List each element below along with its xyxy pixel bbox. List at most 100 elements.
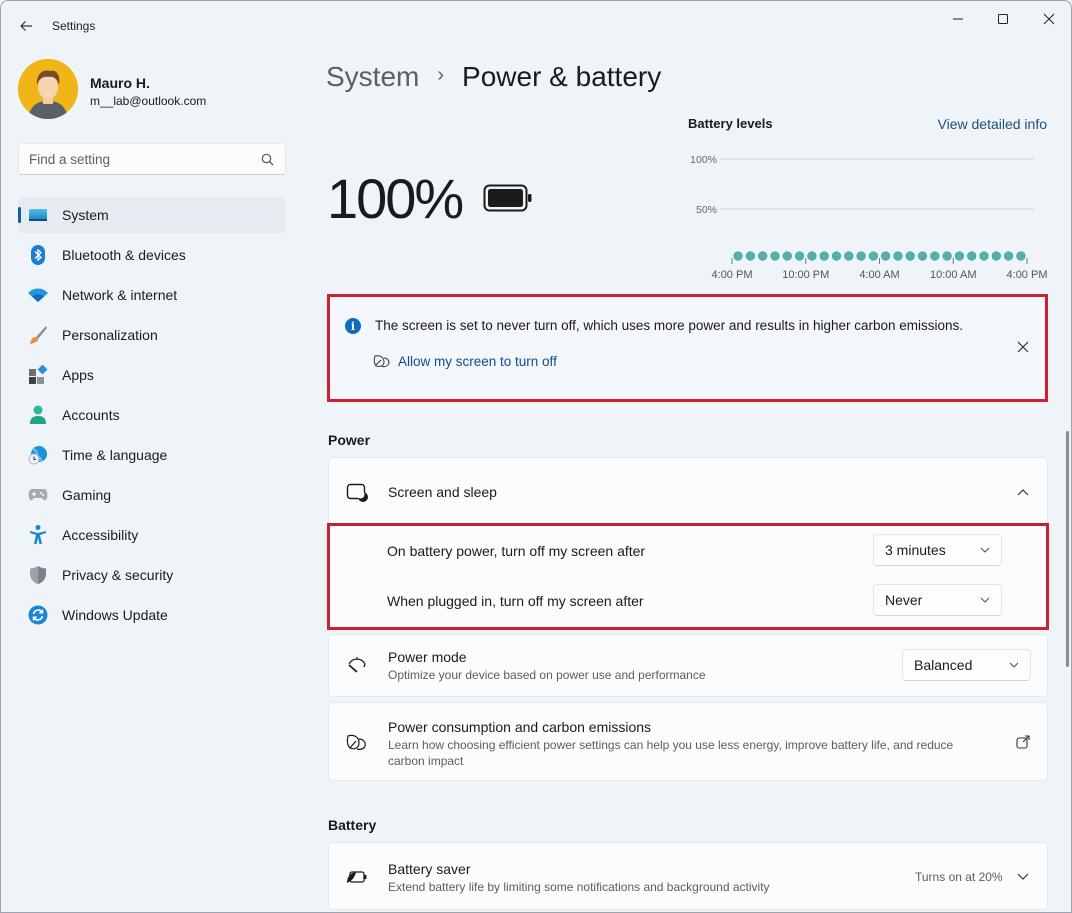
- wifi-icon: [28, 285, 48, 305]
- page-title: Power & battery: [462, 61, 662, 92]
- power-mode-value: Balanced: [914, 657, 973, 673]
- battery-level-point: [819, 251, 829, 261]
- external-link-icon[interactable]: [1015, 734, 1031, 750]
- battery-level-point: [770, 251, 780, 261]
- user-email: m__lab@outlook.com: [90, 94, 207, 108]
- scrollbar[interactable]: [1066, 431, 1069, 667]
- chevron-down-icon[interactable]: [1015, 869, 1031, 885]
- battery-level-point: [868, 251, 878, 261]
- leaf-icon: [373, 354, 390, 369]
- battery-level-point: [905, 251, 915, 261]
- sidebar-item-windows-update[interactable]: Windows Update: [18, 597, 286, 633]
- sidebar-item-accessibility[interactable]: Accessibility: [18, 517, 286, 553]
- gamepad-icon: [28, 485, 48, 505]
- chevron-down-icon: [980, 597, 990, 603]
- x-tick-label: 4:00 AM: [859, 269, 899, 281]
- plugged-in-screen-timeout-value: Never: [885, 592, 923, 608]
- chevron-up-icon[interactable]: [1015, 484, 1031, 500]
- chevron-down-icon: [1009, 662, 1019, 668]
- view-detailed-info-link[interactable]: View detailed info: [938, 116, 1047, 132]
- battery-saver-description: Extend battery life by limiting some not…: [388, 880, 770, 894]
- screen-and-sleep-header[interactable]: Screen and sleep: [329, 458, 1047, 524]
- battery-level-point: [844, 251, 854, 261]
- power-mode-title: Power mode: [388, 649, 467, 665]
- sidebar-item-time-language[interactable]: Time & language: [18, 437, 286, 473]
- x-tick-label: 4:00 PM: [712, 269, 753, 281]
- chart-title: Battery levels: [688, 116, 773, 131]
- battery-level-point: [893, 251, 903, 261]
- sidebar-item-label: Network & internet: [62, 287, 178, 303]
- sidebar-item-accounts[interactable]: Accounts: [18, 397, 286, 433]
- plugged-in-screen-timeout-dropdown[interactable]: Never: [873, 584, 1002, 616]
- battery-screen-timeout-dropdown[interactable]: 3 minutes: [873, 534, 1002, 566]
- battery-level-point: [831, 251, 842, 261]
- breadcrumb-system-link[interactable]: System: [326, 61, 419, 93]
- sidebar-item-gaming[interactable]: Gaming: [18, 477, 286, 513]
- sidebar-item-label: Accessibility: [62, 527, 139, 543]
- minimize-icon: [953, 18, 963, 20]
- system-icon: [28, 205, 48, 225]
- brush-icon: [28, 325, 48, 345]
- minimize-button[interactable]: [938, 7, 978, 31]
- battery-saver-icon: [346, 866, 368, 888]
- y-tick-label: 100%: [690, 154, 717, 166]
- accounts-icon: [28, 405, 48, 425]
- sidebar-item-system[interactable]: System: [18, 197, 286, 233]
- sidebar-item-label: Windows Update: [62, 607, 168, 623]
- allow-screen-turn-off-label: Allow my screen to turn off: [398, 354, 557, 369]
- section-title-battery: Battery: [328, 817, 377, 833]
- battery-level-point: [794, 251, 805, 261]
- plugged-in-screen-timeout-label: When plugged in, turn off my screen afte…: [387, 593, 644, 609]
- accessibility-icon: [28, 525, 48, 545]
- battery-level-point: [967, 251, 977, 261]
- battery-level-point: [856, 251, 866, 261]
- battery-saver-card[interactable]: Battery saver Extend battery life by lim…: [328, 842, 1048, 910]
- power-mode-card: Power mode Optimize your device based on…: [328, 634, 1048, 697]
- sidebar-item-privacy[interactable]: Privacy & security: [18, 557, 286, 593]
- battery-level-point: [1016, 251, 1026, 261]
- battery-level-point: [942, 251, 952, 261]
- maximize-button[interactable]: [983, 7, 1023, 31]
- battery-level-point: [758, 251, 768, 261]
- power-consumption-title: Power consumption and carbon emissions: [388, 719, 652, 735]
- sidebar-item-label: Time & language: [62, 447, 168, 463]
- battery-level-point: [745, 251, 756, 261]
- breadcrumb-separator-icon: ›: [437, 63, 445, 86]
- user-name: Mauro H.: [90, 75, 150, 91]
- back-button[interactable]: [13, 13, 39, 39]
- power-mode-dropdown[interactable]: Balanced: [902, 649, 1031, 681]
- sidebar-item-bluetooth[interactable]: Bluetooth & devices: [18, 237, 286, 273]
- maximize-icon: [998, 14, 1008, 24]
- back-arrow-icon: [20, 21, 32, 31]
- sidebar-item-apps[interactable]: Apps: [18, 357, 286, 393]
- battery-level-point: [954, 251, 965, 261]
- update-icon: [28, 605, 48, 625]
- sidebar-item-label: Apps: [62, 367, 94, 383]
- search-box[interactable]: [18, 143, 286, 175]
- power-consumption-description: Learn how choosing efficient power setti…: [388, 738, 954, 768]
- sidebar-item-network[interactable]: Network & internet: [18, 277, 286, 313]
- power-consumption-card[interactable]: Power consumption and carbon emissions L…: [328, 702, 1048, 781]
- sidebar-item-personalization[interactable]: Personalization: [18, 317, 286, 353]
- title-bar: Settings: [1, 1, 1071, 49]
- search-input[interactable]: [29, 151, 259, 167]
- leaf-icon: [346, 732, 368, 754]
- x-tick-label: 10:00 AM: [930, 269, 976, 281]
- screen-sleep-icon: [346, 481, 368, 503]
- section-title-power: Power: [328, 432, 371, 448]
- close-window-button[interactable]: [1029, 7, 1069, 31]
- info-icon: i: [345, 318, 361, 334]
- shield-icon: [28, 565, 48, 585]
- sidebar-item-label: Personalization: [62, 327, 158, 343]
- x-tick-label: 10:00 PM: [782, 269, 829, 281]
- battery-level-point: [979, 251, 989, 261]
- battery-saver-title: Battery saver: [388, 861, 471, 877]
- allow-screen-turn-off-link[interactable]: Allow my screen to turn off: [373, 354, 557, 369]
- search-icon[interactable]: [259, 151, 275, 167]
- power-mode-gauge-icon: [346, 654, 368, 676]
- breadcrumb: System › Power & battery: [326, 61, 661, 93]
- dismiss-info-button[interactable]: [1015, 339, 1031, 355]
- y-tick-label: 50%: [696, 204, 717, 216]
- x-tick-label: 4:00 PM: [1007, 269, 1048, 281]
- battery-level-point: [807, 251, 817, 261]
